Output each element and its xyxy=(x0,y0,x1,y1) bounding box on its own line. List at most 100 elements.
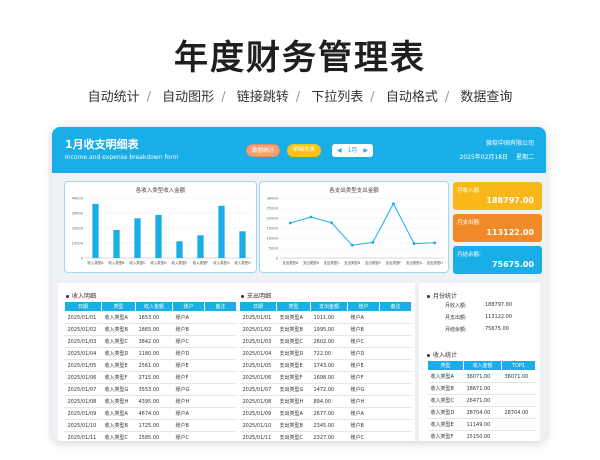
table-cell[interactable]: 2025/01/01 xyxy=(64,311,102,324)
table-cell[interactable]: 3842.00 xyxy=(135,335,173,348)
table-cell[interactable]: 收入类型C xyxy=(101,431,136,441)
table-cell[interactable]: 支出类型E xyxy=(276,359,311,372)
table-cell[interactable]: 支出类型G xyxy=(276,383,311,396)
column-header[interactable]: 备注 xyxy=(379,301,412,312)
table-cell[interactable]: 收入类型A xyxy=(101,407,136,420)
table-cell[interactable]: 收入类型D xyxy=(101,347,136,360)
table-cell[interactable]: 2025/01/10 xyxy=(239,419,277,432)
table-cell[interactable]: 4674.00 xyxy=(135,407,173,420)
table-cell[interactable] xyxy=(204,347,237,360)
table-cell[interactable]: 账户G xyxy=(347,383,380,396)
table-cell[interactable]: 2025/01/01 xyxy=(239,311,277,324)
column-header[interactable]: 备注 xyxy=(204,301,237,312)
table-cell[interactable]: 1698.00 xyxy=(310,371,348,384)
table-cell[interactable]: 支出类型H xyxy=(276,395,311,408)
table-cell[interactable]: 2025/01/02 xyxy=(239,323,277,336)
table-cell[interactable]: 账户F xyxy=(347,371,380,384)
table-cell[interactable]: 3553.00 xyxy=(135,383,173,396)
table-cell[interactable]: 账户E xyxy=(347,359,380,372)
table-cell[interactable] xyxy=(204,407,237,420)
table-cell[interactable]: 账户B xyxy=(347,323,380,336)
table-cell[interactable] xyxy=(501,418,536,431)
column-header[interactable]: TOP1 xyxy=(501,360,536,371)
table-cell[interactable]: 支出类型D xyxy=(276,347,311,360)
table-cell[interactable]: 账户A xyxy=(347,311,380,324)
table-cell[interactable]: 收入类型H xyxy=(101,395,136,408)
table-cell[interactable] xyxy=(204,419,237,432)
table-cell[interactable]: 11149.00 xyxy=(463,418,502,431)
table-cell[interactable]: 2677.00 xyxy=(310,407,348,420)
table-cell[interactable]: 2327.00 xyxy=(310,431,348,441)
table-cell[interactable]: 账户F xyxy=(172,371,205,384)
table-cell[interactable]: 收入类型B xyxy=(101,323,136,336)
table-cell[interactable]: 1743.00 xyxy=(310,359,348,372)
table-cell[interactable]: 账户C xyxy=(172,431,205,441)
table-cell[interactable]: 账户G xyxy=(172,383,205,396)
table-cell[interactable] xyxy=(204,431,237,441)
table-cell[interactable]: 支出类型C xyxy=(276,335,311,348)
table-cell[interactable]: 账户C xyxy=(347,431,380,441)
table-cell[interactable]: 收入类型B xyxy=(427,382,464,395)
table-cell[interactable]: 4395.00 xyxy=(135,395,173,408)
table-cell[interactable] xyxy=(204,383,237,396)
table-cell[interactable] xyxy=(204,395,237,408)
column-header[interactable]: 账户 xyxy=(347,301,380,312)
table-cell[interactable] xyxy=(204,359,237,372)
table-cell[interactable]: 账户H xyxy=(172,395,205,408)
table-cell[interactable]: 收入类型E xyxy=(427,418,464,431)
column-header[interactable]: 日期 xyxy=(239,301,277,312)
table-cell[interactable]: 支出类型A xyxy=(276,407,311,420)
table-cell[interactable]: 1585.00 xyxy=(135,431,173,441)
table-cell[interactable] xyxy=(204,311,237,324)
table-cell[interactable]: 26471.00 xyxy=(463,394,502,407)
table-cell[interactable]: 账户A xyxy=(172,311,205,324)
table-cell[interactable]: 收入类型G xyxy=(101,383,136,396)
table-cell[interactable]: 1995.00 xyxy=(310,323,348,336)
chevron-left-icon[interactable]: ◀ xyxy=(337,144,342,157)
table-cell[interactable]: 收入类型C xyxy=(101,335,136,348)
table-cell[interactable]: 1653.00 xyxy=(135,311,173,324)
table-cell[interactable]: 收入类型A xyxy=(101,311,136,324)
table-cell[interactable]: 2715.00 xyxy=(135,371,173,384)
table-cell[interactable]: 2025/01/04 xyxy=(64,347,102,360)
table-cell[interactable]: 28704.00 xyxy=(501,406,536,419)
table-cell[interactable] xyxy=(379,359,412,372)
table-cell[interactable]: 支出类型C xyxy=(276,431,311,441)
table-cell[interactable]: 894.00 xyxy=(310,395,348,408)
column-header[interactable]: 日期 xyxy=(64,301,102,312)
table-cell[interactable]: 账户C xyxy=(172,335,205,348)
column-header[interactable]: 类型 xyxy=(427,360,464,371)
table-cell[interactable]: 收入类型D xyxy=(427,406,464,419)
table-cell[interactable]: 2025/01/07 xyxy=(239,383,277,396)
table-cell[interactable]: 收入类型F xyxy=(101,371,136,384)
table-cell[interactable] xyxy=(501,394,536,407)
table-cell[interactable]: 2025/01/11 xyxy=(239,431,277,441)
table-cell[interactable]: 15150.00 xyxy=(463,430,502,441)
table-cell[interactable]: 支出类型F xyxy=(276,371,311,384)
table-cell[interactable] xyxy=(204,371,237,384)
table-cell[interactable] xyxy=(379,311,412,324)
table-cell[interactable]: 账户H xyxy=(347,395,380,408)
table-cell[interactable]: 收入类型A xyxy=(427,370,464,383)
table-cell[interactable]: 2561.00 xyxy=(135,359,173,372)
table-cell[interactable]: 2025/01/03 xyxy=(64,335,102,348)
column-header[interactable]: 类型 xyxy=(101,301,136,312)
table-cell[interactable]: 2025/01/06 xyxy=(64,371,102,384)
table-cell[interactable]: 账户B xyxy=(172,419,205,432)
table-cell[interactable] xyxy=(379,431,412,441)
table-cell[interactable]: 28704.00 xyxy=(463,406,502,419)
table-cell[interactable]: 2602.00 xyxy=(310,335,348,348)
table-cell[interactable] xyxy=(379,347,412,360)
table-cell[interactable]: 支出类型B xyxy=(276,323,311,336)
table-cell[interactable]: 2025/01/08 xyxy=(64,395,102,408)
table-cell[interactable] xyxy=(379,407,412,420)
table-cell[interactable] xyxy=(379,335,412,348)
table-cell[interactable]: 支出类型A xyxy=(276,311,311,324)
table-cell[interactable] xyxy=(379,395,412,408)
column-header[interactable]: 支出金额 xyxy=(310,301,348,312)
table-cell[interactable] xyxy=(501,430,536,441)
table-cell[interactable]: 2025/01/03 xyxy=(239,335,277,348)
table-cell[interactable]: 2025/01/11 xyxy=(64,431,102,441)
table-cell[interactable]: 收入类型B xyxy=(101,419,136,432)
table-cell[interactable]: 2025/01/06 xyxy=(239,371,277,384)
